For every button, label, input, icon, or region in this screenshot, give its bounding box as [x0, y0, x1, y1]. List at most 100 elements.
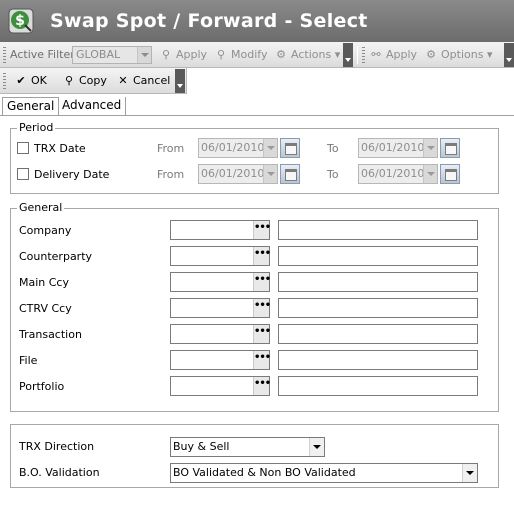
checkmark-icon: ✔ [16, 74, 26, 87]
modify-filter-label: Modify [231, 48, 268, 61]
portfolio-description-field[interactable] [278, 376, 478, 396]
tab-general[interactable]: General [2, 97, 60, 115]
chevron-down-icon [263, 165, 277, 183]
ok-label: OK [31, 74, 47, 87]
trx-date-to-label: To [327, 142, 339, 155]
chevron-down-icon [423, 139, 437, 157]
filter-apply-icon: ⚲ [161, 48, 171, 61]
main-ccy-lookup[interactable]: ••• [170, 272, 271, 292]
company-description-field[interactable] [278, 220, 478, 240]
filter-modify-icon: ⚲ [216, 48, 226, 61]
delivery-date-checkbox[interactable] [17, 168, 29, 180]
ellipsis-icon[interactable]: ••• [253, 247, 271, 265]
ellipsis-icon[interactable]: ••• [253, 377, 271, 395]
active-filter-label: Active Filter [10, 48, 75, 61]
counterparty-description-field[interactable] [278, 246, 478, 266]
trx-date-from-label: From [157, 142, 185, 155]
delivery-date-to-value: 06/01/2010 [361, 167, 425, 180]
ellipsis-icon[interactable]: ••• [253, 325, 271, 343]
window-title: Swap Spot / Forward - Select [50, 10, 368, 32]
modify-filter-button[interactable]: ⚲ Modify [214, 47, 267, 63]
file-lookup[interactable]: ••• [170, 350, 271, 370]
toolbar-separator [357, 46, 358, 64]
chevron-down-icon [263, 139, 277, 157]
options-menu-button[interactable]: ⚙ Options ▾ [424, 47, 492, 63]
toolbar-grip[interactable] [3, 73, 6, 89]
actions-menu-label: Actions [291, 48, 332, 61]
delivery-date-from-field[interactable]: 06/01/2010 [198, 164, 278, 184]
delivery-date-to-field[interactable]: 06/01/2010 [358, 164, 438, 184]
company-lookup[interactable]: ••• [170, 220, 271, 240]
toolbar-overflow-button[interactable] [343, 43, 353, 67]
chevron-down-icon: ▾ [486, 48, 493, 61]
chevron-down-icon [137, 47, 151, 63]
transaction-label: Transaction [19, 328, 82, 341]
ctrv-ccy-description-field[interactable] [278, 298, 478, 318]
tab-divider [0, 115, 514, 116]
close-icon: ✕ [118, 74, 128, 87]
main-ccy-label: Main Ccy [19, 276, 69, 289]
apply-filter-label: Apply [176, 48, 208, 61]
bo-validation-label: B.O. Validation [19, 466, 100, 479]
portfolio-label: Portfolio [19, 380, 65, 393]
delivery-date-from-label: From [157, 168, 185, 181]
trx-date-checkbox[interactable] [17, 142, 29, 154]
trx-date-to-value: 06/01/2010 [361, 141, 425, 154]
toolbar-overflow-button[interactable] [504, 43, 514, 67]
toolbar-grip[interactable] [3, 47, 6, 63]
apply-button[interactable]: ⚯ Apply [369, 47, 417, 63]
general-legend: General [17, 201, 65, 214]
action-toolbar: ✔ OK ⚲ Copy ✕ Cancel [0, 68, 187, 94]
ellipsis-icon[interactable]: ••• [253, 351, 271, 369]
ellipsis-icon[interactable]: ••• [253, 299, 271, 317]
tab-advanced[interactable]: Advanced [58, 97, 127, 115]
counterparty-label: Counterparty [19, 250, 93, 263]
trx-date-from-value: 06/01/2010 [201, 141, 265, 154]
copy-label: Copy [79, 74, 107, 87]
svg-text:$: $ [15, 13, 25, 29]
apply-filter-button[interactable]: ⚲ Apply [159, 47, 207, 63]
actions-menu-button[interactable]: ⚙ Actions ▾ [274, 47, 340, 63]
bo-validation-dropdown[interactable]: BO Validated & Non BO Validated [170, 463, 478, 483]
file-description-field[interactable] [278, 350, 478, 370]
options-menu-label: Options [441, 48, 484, 61]
delivery-date-label: Delivery Date [34, 168, 110, 181]
ellipsis-icon[interactable]: ••• [253, 221, 271, 239]
file-label: File [19, 354, 38, 367]
calendar-icon[interactable] [440, 164, 460, 184]
trx-direction-label: TRX Direction [19, 440, 95, 453]
ctrv-ccy-lookup[interactable]: ••• [170, 298, 271, 318]
calendar-icon[interactable] [280, 164, 300, 184]
delivery-date-from-value: 06/01/2010 [201, 167, 265, 180]
calendar-icon[interactable] [280, 138, 300, 158]
chevron-down-icon [462, 464, 477, 482]
app-dollar-icon: $ [8, 8, 34, 34]
trx-date-from-field[interactable]: 06/01/2010 [198, 138, 278, 158]
portfolio-lookup[interactable]: ••• [170, 376, 271, 396]
trx-direction-dropdown[interactable]: Buy & Sell [170, 437, 325, 457]
ellipsis-icon[interactable]: ••• [253, 273, 271, 291]
toolbar-grip[interactable] [362, 47, 365, 63]
period-legend: Period [17, 121, 56, 134]
delivery-date-to-label: To [327, 168, 339, 181]
transaction-description-field[interactable] [278, 324, 478, 344]
calendar-icon[interactable] [440, 138, 460, 158]
transaction-lookup[interactable]: ••• [170, 324, 271, 344]
chevron-down-icon: ▾ [334, 48, 341, 61]
title-bar: $ Swap Spot / Forward - Select [0, 0, 514, 42]
active-filter-select[interactable]: GLOBAL [72, 46, 152, 64]
cancel-button[interactable]: ✕ Cancel [116, 73, 170, 89]
chevron-down-icon [423, 165, 437, 183]
chevron-down-icon [309, 438, 324, 456]
main-ccy-description-field[interactable] [278, 272, 478, 292]
counterparty-lookup[interactable]: ••• [170, 246, 271, 266]
trx-date-to-field[interactable]: 06/01/2010 [358, 138, 438, 158]
gear-icon: ⚙ [276, 48, 286, 61]
ok-button[interactable]: ✔ OK [14, 73, 47, 89]
trx-date-label: TRX Date [34, 142, 86, 155]
gear-icon: ⚙ [426, 48, 436, 61]
ctrv-ccy-label: CTRV Ccy [19, 302, 72, 315]
filter-copy-icon: ⚲ [64, 74, 74, 87]
copy-button[interactable]: ⚲ Copy [62, 73, 107, 89]
toolbar-overflow-button[interactable] [175, 69, 185, 93]
